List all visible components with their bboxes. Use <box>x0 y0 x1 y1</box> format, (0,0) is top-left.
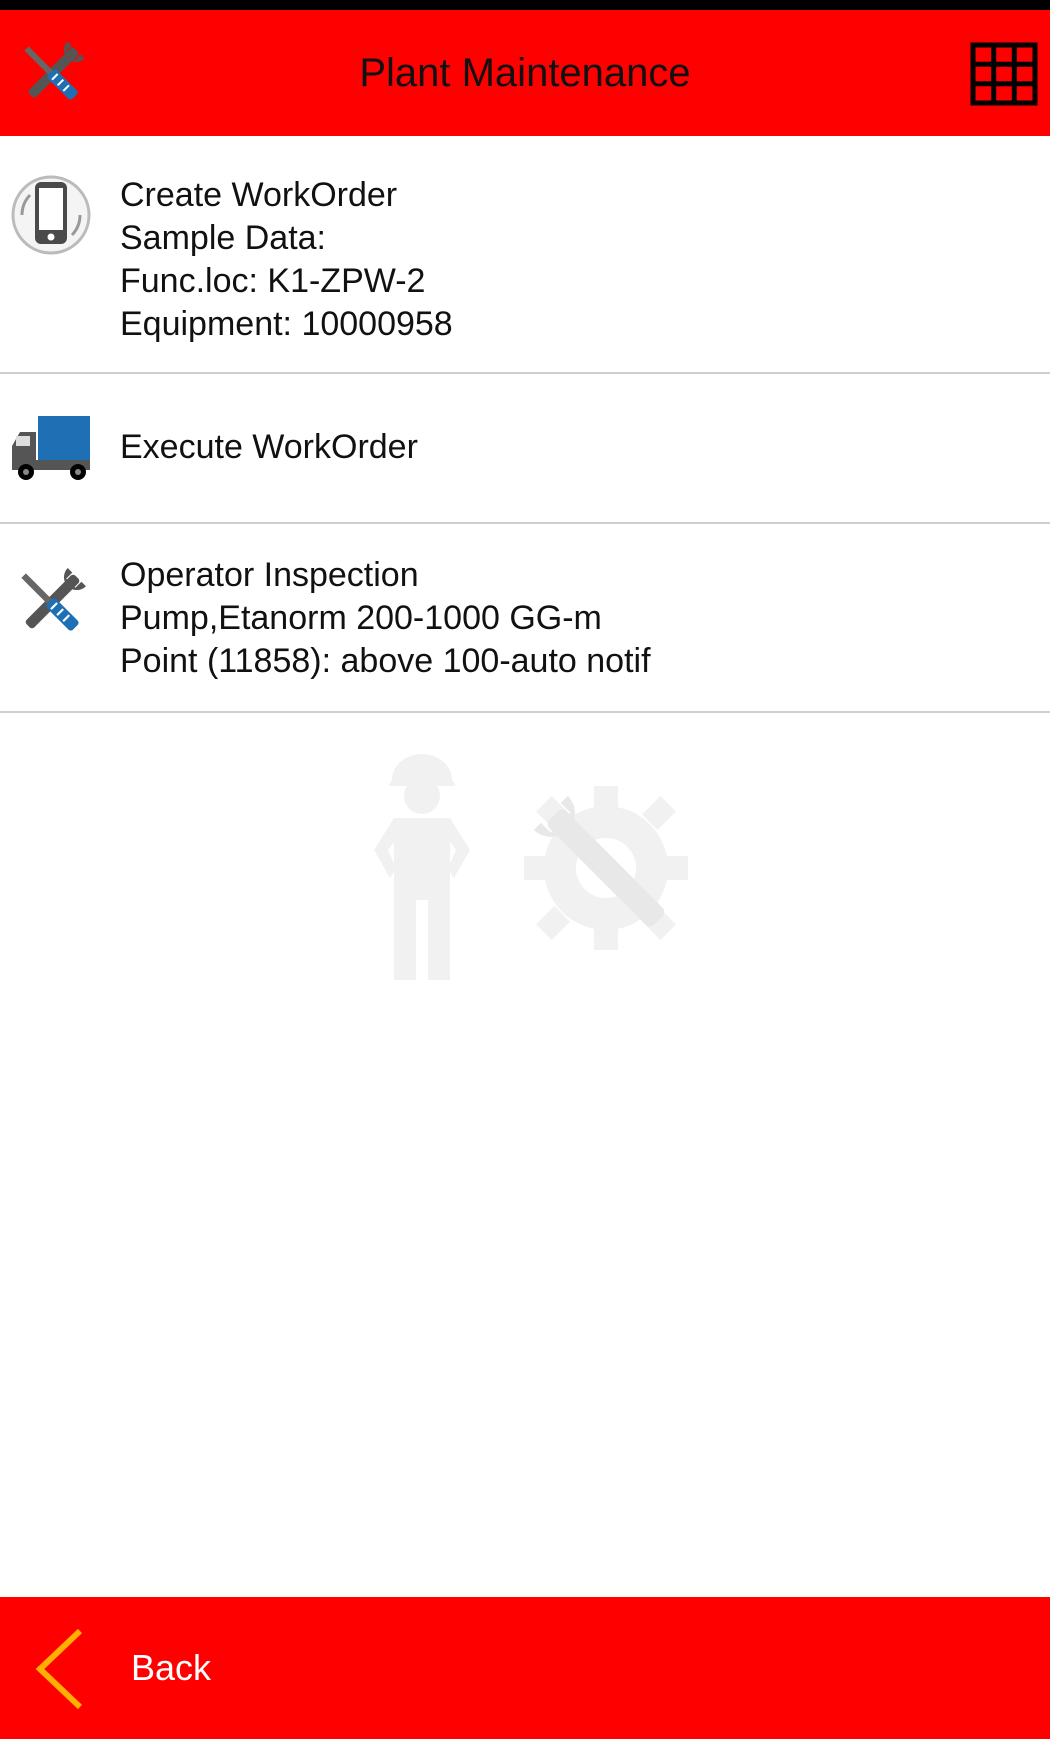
app-screen: Plant Maintenance Create WorkOrder Sampl… <box>0 0 1050 1739</box>
item-title: Execute WorkOrder <box>120 428 418 466</box>
list-item-create-workorder[interactable]: Create WorkOrder Sample Data: Func.loc: … <box>0 136 1050 374</box>
truck-icon <box>8 404 94 490</box>
back-label: Back <box>131 1647 212 1688</box>
tools-icon <box>8 560 94 646</box>
grid-menu-icon[interactable] <box>970 42 1038 106</box>
status-bar <box>0 0 1050 10</box>
item-detail: Sample Data: <box>120 219 326 257</box>
item-detail: Pump,Etanorm 200-1000 GG-m <box>120 599 602 637</box>
list-item-text: Create WorkOrder Sample Data: Func.loc: … <box>120 174 453 346</box>
item-detail: Equipment: 10000958 <box>120 305 453 343</box>
item-detail: Point (11858): above 100-auto notif <box>120 642 651 680</box>
back-button[interactable]: Back <box>0 1597 300 1739</box>
worker-gear-watermark-icon <box>350 750 700 990</box>
item-title: Create WorkOrder <box>120 176 398 214</box>
list-item-text: Operator Inspection Pump,Etanorm 200-100… <box>120 554 651 683</box>
item-detail: Func.loc: K1-ZPW-2 <box>120 262 426 300</box>
chevron-left-icon <box>30 1627 90 1711</box>
list-item-operator-inspection[interactable]: Operator Inspection Pump,Etanorm 200-100… <box>0 524 1050 713</box>
phone-icon <box>8 172 94 258</box>
app-header: Plant Maintenance <box>0 10 1050 136</box>
bottom-bar: Back <box>0 1597 1050 1739</box>
list-item-text: Execute WorkOrder <box>120 426 418 469</box>
item-title: Operator Inspection <box>120 556 419 594</box>
list-item-execute-workorder[interactable]: Execute WorkOrder <box>0 374 1050 524</box>
page-title: Plant Maintenance <box>359 51 691 95</box>
menu-list: Create WorkOrder Sample Data: Func.loc: … <box>0 136 1050 713</box>
